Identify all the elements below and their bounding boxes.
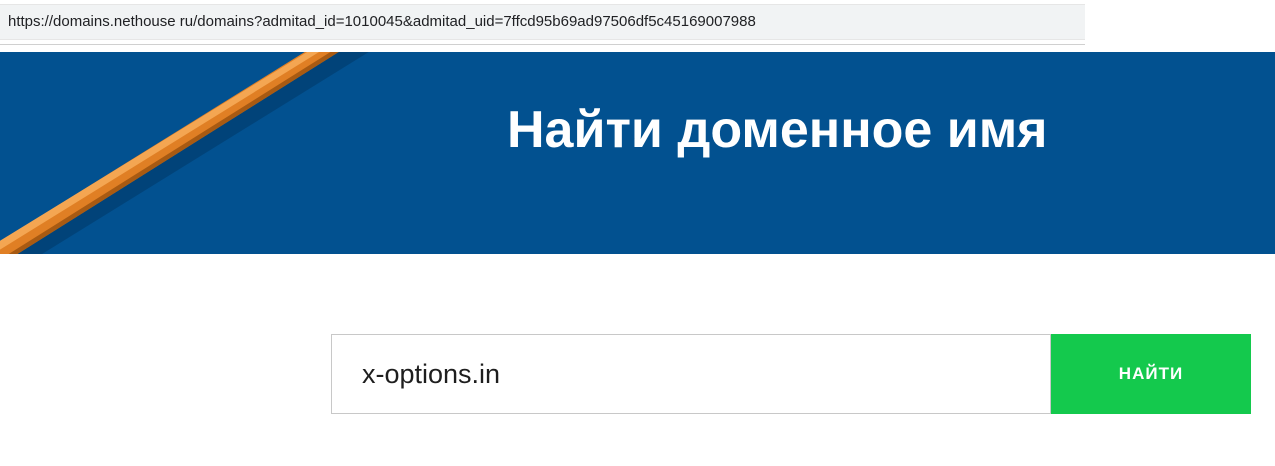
domain-search-input[interactable] <box>331 334 1051 414</box>
address-bar-divider <box>0 44 1085 52</box>
pencil-icon <box>0 52 369 254</box>
url-field[interactable]: https://domains.nethouse ru/domains?admi… <box>0 4 1275 40</box>
page-title: Найти доменное имя <box>507 101 1048 159</box>
hero-banner: Найти доменное имя <box>0 52 1275 254</box>
domain-search-form: НАЙТИ <box>331 334 1251 414</box>
browser-address-bar: https://domains.nethouse ru/domains?admi… <box>0 0 1275 44</box>
url-text: https://domains.nethouse ru/domains?admi… <box>8 13 756 30</box>
browser-toolbar-blank <box>1085 0 1275 52</box>
page: https://domains.nethouse ru/domains?admi… <box>0 0 1275 466</box>
search-button[interactable]: НАЙТИ <box>1051 334 1251 414</box>
